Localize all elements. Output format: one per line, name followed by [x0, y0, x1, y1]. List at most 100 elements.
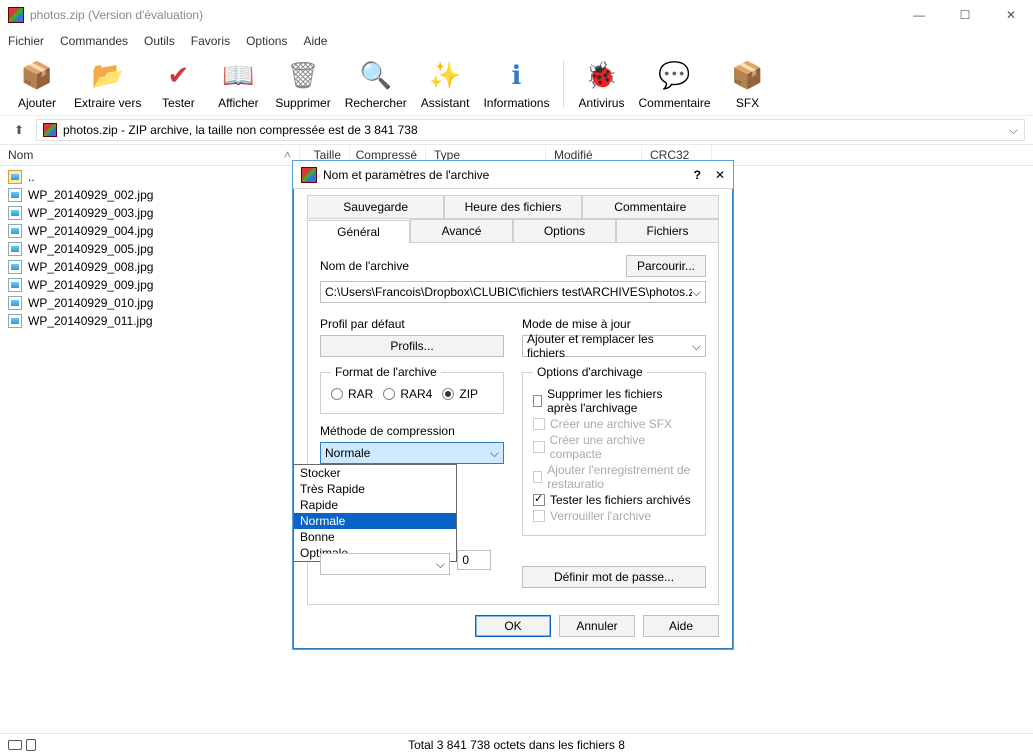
compression-method-select[interactable]: Normale ⌵ — [320, 442, 504, 464]
toolbar-extraire-vers[interactable]: 📂 Extraire vers — [74, 58, 141, 110]
compression-option[interactable]: Bonne — [294, 529, 456, 545]
tab-general[interactable]: Général — [307, 220, 410, 244]
opt-delete-after[interactable]: Supprimer les fichiers après l'archivage — [533, 387, 695, 415]
menu-bar: Fichier Commandes Outils Favoris Options… — [0, 30, 1033, 52]
compression-option[interactable]: Très Rapide — [294, 481, 456, 497]
opt-lock: Verrouiller l'archive — [533, 509, 695, 523]
compression-method-label: Méthode de compression — [320, 424, 504, 438]
tab-options[interactable]: Options — [513, 219, 616, 243]
image-file-icon — [8, 206, 22, 220]
tab-comment[interactable]: Commentaire — [582, 195, 719, 219]
status-lock-icon — [26, 739, 36, 751]
close-button[interactable]: ✕ — [997, 8, 1025, 22]
volume-size-field[interactable]: 0 — [457, 550, 491, 570]
window-title: photos.zip (Version d'évaluation) — [30, 8, 203, 22]
toolbar-informations[interactable]: ℹInformations — [483, 58, 549, 110]
menu-help[interactable]: Aide — [303, 34, 327, 48]
archive-icon — [43, 123, 57, 137]
toolbar-sfx[interactable]: 📦SFX — [725, 58, 771, 110]
toolbar-label: Commentaire — [638, 96, 710, 110]
menu-file[interactable]: Fichier — [8, 34, 44, 48]
file-name: WP_20140929_010.jpg — [28, 296, 153, 310]
archive-path-field[interactable]: C:\Users\Francois\Dropbox\CLUBIC\fichier… — [320, 281, 706, 303]
toolbar-label: Supprimer — [275, 96, 330, 110]
toolbar-commentaire[interactable]: 💬Commentaire — [638, 58, 710, 110]
file-name: .. — [28, 170, 35, 184]
toolbar-afficher[interactable]: 📖 Afficher — [215, 58, 261, 110]
toolbar-label: Assistant — [421, 96, 470, 110]
update-mode-select[interactable]: Ajouter et remplacer les fichiers ⌵ — [522, 335, 706, 357]
format-zip[interactable]: ZIP — [442, 387, 478, 401]
compression-option[interactable]: Stocker — [294, 465, 456, 481]
add-icon: 📦 — [19, 58, 55, 94]
image-file-icon — [8, 242, 22, 256]
toolbar-label: Afficher — [218, 96, 258, 110]
menu-tools[interactable]: Outils — [144, 34, 175, 48]
help-button[interactable]: Aide — [643, 615, 719, 637]
dropdown-icon: ⌵ — [436, 557, 445, 572]
toolbar-label: Antivirus — [578, 96, 624, 110]
dialog-help-button[interactable]: ? — [694, 168, 701, 182]
tab-advanced[interactable]: Avancé — [410, 219, 513, 243]
col-name[interactable]: Nom˄ — [0, 145, 300, 165]
minimize-button[interactable]: — — [905, 8, 933, 22]
compression-option[interactable]: Rapide — [294, 497, 456, 513]
toolbar-supprimer[interactable]: 🗑Supprimer — [275, 58, 330, 110]
address-field[interactable]: photos.zip - ZIP archive, la taille non … — [36, 119, 1025, 141]
dialog-app-icon — [301, 167, 317, 183]
compression-option[interactable]: Normale — [294, 513, 456, 529]
file-name: WP_20140929_009.jpg — [28, 278, 153, 292]
file-name: WP_20140929_008.jpg — [28, 260, 153, 274]
address-dropdown-icon[interactable]: ⌵ — [1009, 123, 1018, 138]
opt-create-sfx: Créer une archive SFX — [533, 417, 695, 431]
toolbar-assistant[interactable]: ✨Assistant — [421, 58, 470, 110]
toolbar-label: Extraire vers — [74, 96, 141, 110]
menu-options[interactable]: Options — [246, 34, 287, 48]
ok-button[interactable]: OK — [475, 615, 551, 637]
toolbar-antivirus[interactable]: 🐞 Antivirus — [578, 58, 624, 110]
toolbar-rechercher[interactable]: 🔍Rechercher — [345, 58, 407, 110]
maximize-button[interactable]: ☐ — [951, 8, 979, 22]
toolbar-ajouter[interactable]: 📦 Ajouter — [14, 58, 60, 110]
opt-test[interactable]: Tester les fichiers archivés — [533, 493, 695, 507]
sort-indicator-icon: ˄ — [284, 148, 291, 162]
folder-icon — [8, 170, 22, 184]
image-file-icon — [8, 278, 22, 292]
archiving-options-group: Options d'archivage Supprimer les fichie… — [522, 365, 706, 536]
opt-recovery: Ajouter l'enregistrement de restauratio — [533, 463, 695, 491]
compression-method-dropdown: StockerTrès RapideRapideNormaleBonneOpti… — [293, 464, 457, 562]
toolbar-label: Tester — [162, 96, 195, 110]
extract-icon: 📂 — [90, 58, 126, 94]
tab-backup[interactable]: Sauvegarde — [307, 195, 444, 219]
status-bar: Total 3 841 738 octets dans les fichiers… — [0, 733, 1033, 755]
up-button[interactable]: ⬆ — [8, 123, 30, 137]
dialog-titlebar: Nom et paramètres de l'archive ? ✕ — [293, 161, 733, 189]
profiles-button[interactable]: Profils... — [320, 335, 504, 357]
dialog-close-button[interactable]: ✕ — [715, 168, 725, 182]
test-icon: ✔ — [160, 58, 196, 94]
file-name: WP_20140929_005.jpg — [28, 242, 153, 256]
menu-commands[interactable]: Commandes — [60, 34, 128, 48]
view-icon: 📖 — [220, 58, 256, 94]
set-password-button[interactable]: Définir mot de passe... — [522, 566, 706, 588]
dropdown-icon: ⌵ — [692, 339, 701, 354]
image-file-icon — [8, 296, 22, 310]
tab-files[interactable]: Fichiers — [616, 219, 719, 243]
format-rar4[interactable]: RAR4 — [383, 387, 432, 401]
image-file-icon — [8, 314, 22, 328]
format-legend: Format de l'archive — [331, 365, 441, 379]
opt-solid: Créer une archive compacte — [533, 433, 695, 461]
info-icon: ℹ — [498, 58, 534, 94]
toolbar-label: Ajouter — [18, 96, 56, 110]
toolbar-label: Rechercher — [345, 96, 407, 110]
dictionary-size-select[interactable]: ⌵ — [320, 553, 450, 575]
tab-time[interactable]: Heure des fichiers — [444, 195, 581, 219]
browse-button[interactable]: Parcourir... — [626, 255, 706, 277]
cancel-button[interactable]: Annuler — [559, 615, 635, 637]
window-titlebar: photos.zip (Version d'évaluation) — ☐ ✕ — [0, 0, 1033, 30]
image-file-icon — [8, 224, 22, 238]
toolbar-tester[interactable]: ✔ Tester — [155, 58, 201, 110]
format-rar[interactable]: RAR — [331, 387, 373, 401]
menu-favorites[interactable]: Favoris — [191, 34, 230, 48]
antivirus-icon: 🐞 — [583, 58, 619, 94]
